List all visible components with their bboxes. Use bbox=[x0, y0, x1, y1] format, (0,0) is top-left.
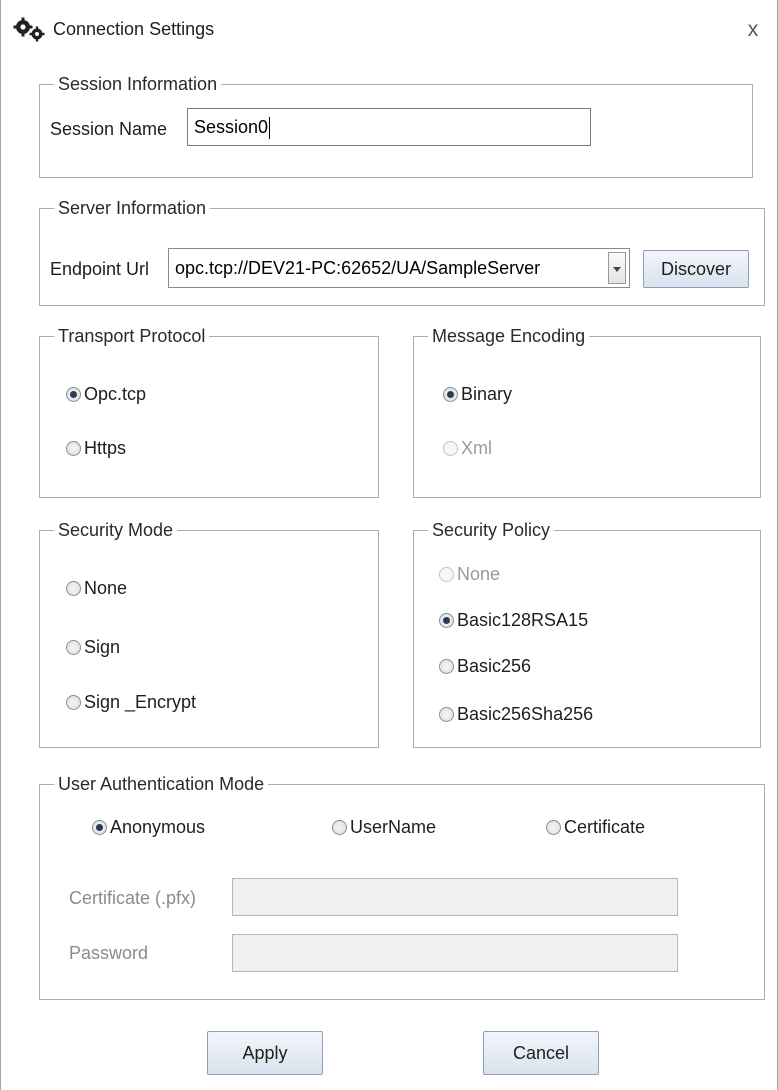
radio-anonymous[interactable]: Anonymous bbox=[92, 815, 205, 839]
radio-label-sign-encrypt: Sign _Encrypt bbox=[84, 691, 197, 712]
radio-indicator-anonymous bbox=[92, 819, 107, 835]
security-mode-legend: Security Mode bbox=[58, 520, 174, 540]
window-title: Connection Settings bbox=[53, 19, 215, 39]
security-policy-legend: Security Policy bbox=[432, 520, 551, 540]
session-information-legend: Session Information bbox=[58, 74, 218, 94]
radio-label-username: UserName bbox=[350, 816, 437, 837]
radio-indicator-xml bbox=[443, 440, 458, 456]
radio-indicator-opc-tcp bbox=[66, 386, 81, 402]
radio-label-policy-none: None bbox=[457, 563, 501, 584]
radio-sign[interactable]: Sign bbox=[66, 635, 120, 659]
radio-label-xml: Xml bbox=[461, 437, 492, 458]
transport-protocol-group: Transport Protocol bbox=[39, 326, 379, 498]
radio-label-https: Https bbox=[84, 437, 127, 458]
transport-protocol-legend: Transport Protocol bbox=[58, 326, 206, 346]
endpoint-url-combobox[interactable]: opc.tcp://DEV21-PC:62652/UA/SampleServer bbox=[168, 248, 630, 288]
chevron-down-icon[interactable] bbox=[608, 252, 626, 284]
radio-basic256[interactable]: Basic256 bbox=[439, 654, 531, 678]
apply-button[interactable]: Apply bbox=[207, 1031, 323, 1075]
radio-indicator-username bbox=[332, 819, 347, 835]
radio-binary[interactable]: Binary bbox=[443, 382, 512, 406]
discover-button[interactable]: Discover bbox=[643, 250, 749, 288]
radio-indicator-sign-encrypt bbox=[66, 694, 81, 710]
gears-icon bbox=[13, 17, 45, 42]
radio-label-anonymous: Anonymous bbox=[110, 816, 206, 837]
radio-indicator-basic256sha256 bbox=[439, 706, 454, 722]
radio-xml[interactable]: Xml bbox=[443, 436, 492, 460]
radio-indicator-https bbox=[66, 440, 81, 456]
text-caret bbox=[269, 117, 271, 140]
radio-sign-encrypt[interactable]: Sign _Encrypt bbox=[66, 690, 196, 714]
radio-label-sign: Sign bbox=[84, 636, 121, 657]
session-name-label: Session Name bbox=[50, 119, 168, 139]
cancel-button[interactable]: Cancel bbox=[483, 1031, 599, 1075]
radio-indicator-security-none bbox=[66, 580, 81, 596]
password-field[interactable] bbox=[232, 934, 678, 972]
radio-indicator-policy-none bbox=[439, 566, 454, 582]
radio-policy-none[interactable]: None bbox=[439, 562, 500, 586]
endpoint-url-label: Endpoint Url bbox=[50, 259, 150, 279]
radio-opc-tcp[interactable]: Opc.tcp bbox=[66, 382, 146, 406]
radio-certificate[interactable]: Certificate bbox=[546, 815, 645, 839]
radio-label-certificate: Certificate bbox=[564, 816, 646, 837]
radio-indicator-certificate bbox=[546, 819, 561, 835]
radio-label-basic128rsa15: Basic128RSA15 bbox=[457, 609, 589, 630]
password-label: Password bbox=[69, 943, 149, 963]
radio-indicator-binary bbox=[443, 386, 458, 402]
radio-security-none[interactable]: None bbox=[66, 576, 127, 600]
radio-label-opc-tcp: Opc.tcp bbox=[84, 383, 147, 404]
radio-label-basic256sha256: Basic256Sha256 bbox=[457, 703, 594, 724]
radio-basic256sha256[interactable]: Basic256Sha256 bbox=[439, 702, 593, 726]
user-authentication-legend: User Authentication Mode bbox=[58, 774, 265, 794]
radio-indicator-basic256 bbox=[439, 658, 454, 674]
session-name-value: Session0 bbox=[194, 117, 269, 137]
radio-basic128rsa15[interactable]: Basic128RSA15 bbox=[439, 608, 588, 632]
connection-settings-window: Connection Settings x Session Informatio… bbox=[0, 0, 778, 1090]
radio-label-binary: Binary bbox=[461, 383, 513, 404]
close-button[interactable]: x bbox=[739, 16, 767, 44]
endpoint-url-value: opc.tcp://DEV21-PC:62652/UA/SampleServer bbox=[175, 258, 541, 278]
certificate-label: Certificate (.pfx) bbox=[69, 888, 197, 908]
certificate-field[interactable] bbox=[232, 878, 678, 916]
server-information-legend: Server Information bbox=[58, 198, 207, 218]
message-encoding-legend: Message Encoding bbox=[432, 326, 586, 346]
title-bar: Connection Settings x bbox=[1, 0, 777, 60]
session-name-input[interactable]: Session0 bbox=[187, 108, 591, 146]
radio-indicator-sign bbox=[66, 639, 81, 655]
message-encoding-group: Message Encoding bbox=[413, 326, 761, 498]
radio-label-security-none: None bbox=[84, 577, 128, 598]
radio-indicator-basic128rsa15 bbox=[439, 612, 454, 628]
radio-username[interactable]: UserName bbox=[332, 815, 436, 839]
radio-label-basic256: Basic256 bbox=[457, 655, 532, 676]
radio-https[interactable]: Https bbox=[66, 436, 126, 460]
